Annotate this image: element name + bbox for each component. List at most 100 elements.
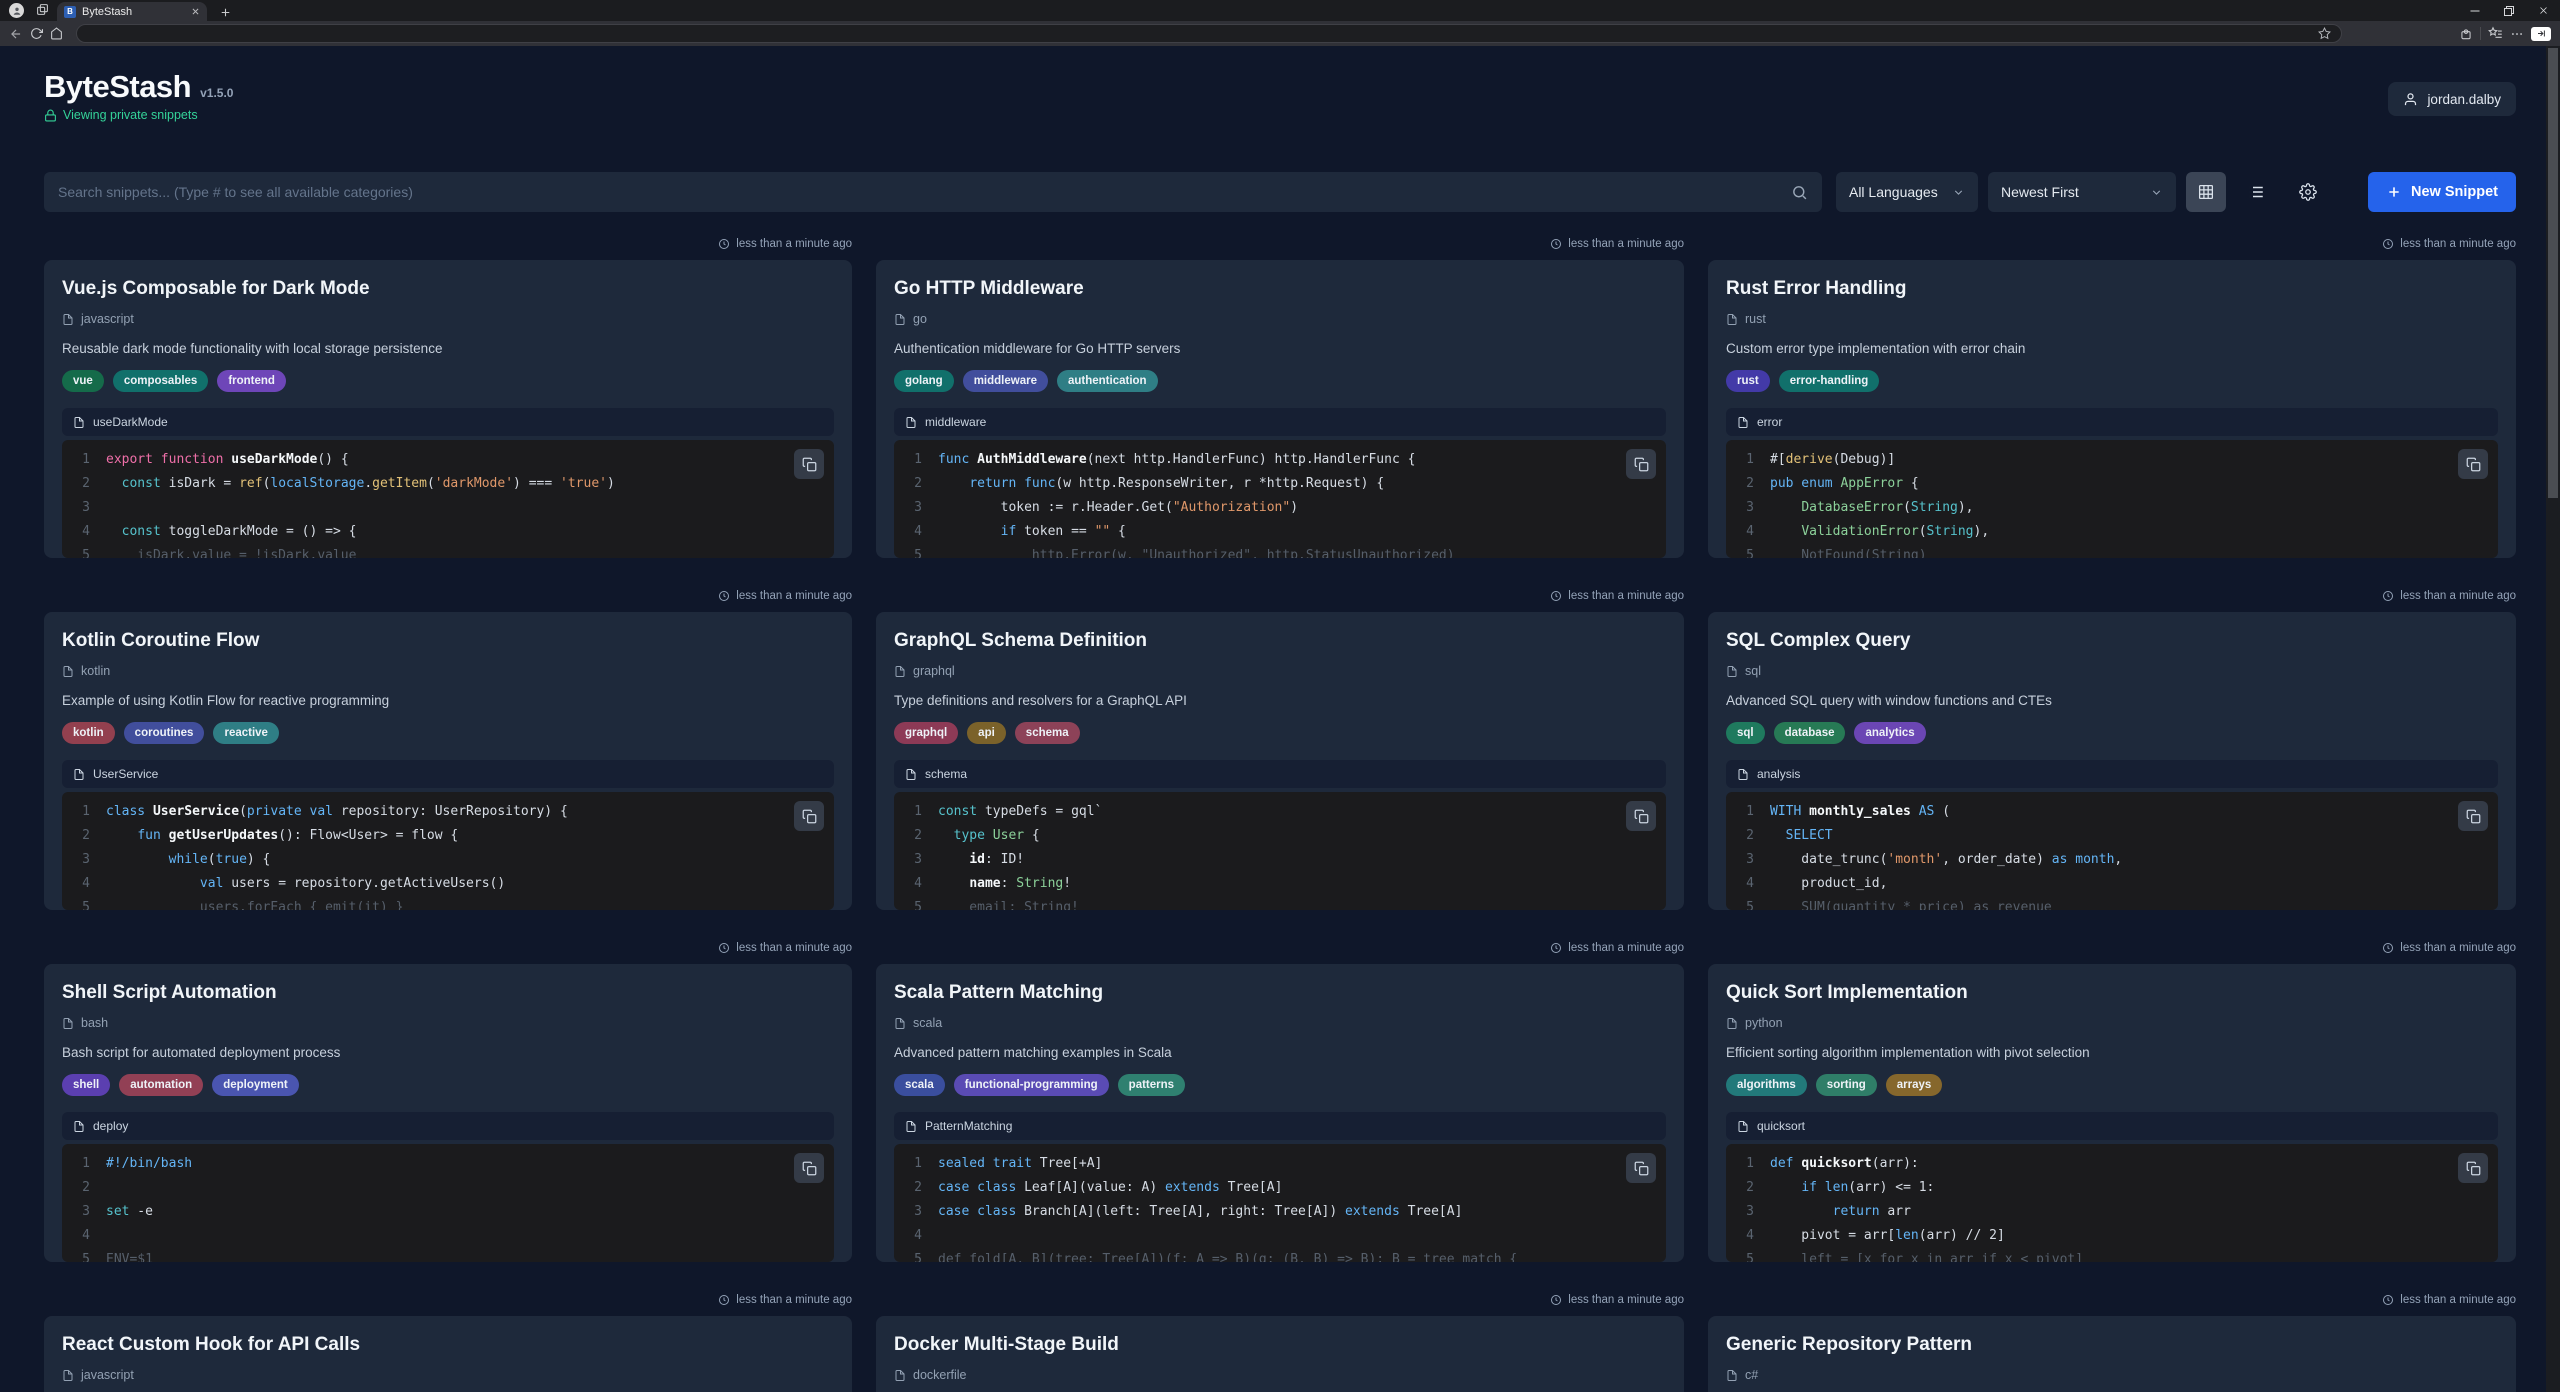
copy-code-button[interactable] (794, 449, 824, 479)
tag-pill[interactable]: reactive (213, 722, 278, 744)
search-input[interactable] (44, 172, 1822, 212)
workspaces-icon[interactable] (36, 3, 49, 21)
home-icon (50, 27, 63, 40)
address-bar[interactable] (76, 24, 2342, 43)
file-icon (894, 1017, 906, 1030)
code-preview[interactable]: 1export function useDarkMode() {2 const … (62, 440, 834, 558)
snippet-card[interactable]: React Custom Hook for API Calls javascri… (44, 1316, 852, 1392)
copy-code-button[interactable] (2458, 801, 2488, 831)
sidebar-toggle-button[interactable] (2531, 27, 2551, 41)
back-button[interactable] (9, 27, 23, 41)
tag-pill[interactable]: algorithms (1726, 1074, 1807, 1096)
copy-code-button[interactable] (1626, 801, 1656, 831)
tag-pill[interactable]: vue (62, 370, 104, 392)
tag-pill[interactable]: scala (894, 1074, 945, 1096)
copy-code-button[interactable] (794, 1153, 824, 1183)
tag-list: golang middleware authentication (894, 370, 1666, 392)
new-tab-button[interactable] (219, 6, 232, 19)
code-preview[interactable]: 1WITH monthly_sales AS (2 SELECT3 date_t… (1726, 792, 2498, 910)
extensions-button[interactable] (2459, 27, 2473, 41)
address-input[interactable] (87, 28, 2318, 40)
code-fragment-header[interactable]: quicksort (1726, 1112, 2498, 1140)
code-preview[interactable]: 1#[derive(Debug)]2pub enum AppError {3 D… (1726, 440, 2498, 558)
tag-pill[interactable]: schema (1015, 722, 1080, 744)
tag-pill[interactable]: sorting (1816, 1074, 1877, 1096)
code-fragment-header[interactable]: error (1726, 408, 2498, 436)
code-fragment-header[interactable]: middleware (894, 408, 1666, 436)
snippet-card[interactable]: Generic Repository Pattern c# (1708, 1316, 2516, 1392)
snippet-card[interactable]: Shell Script Automation bashBash script … (44, 964, 852, 1262)
tag-pill[interactable]: error-handling (1779, 370, 1880, 392)
code-line: 1class UserService(private val repositor… (72, 800, 834, 824)
tag-pill[interactable]: golang (894, 370, 954, 392)
code-fragment-header[interactable]: PatternMatching (894, 1112, 1666, 1140)
tag-pill[interactable]: authentication (1057, 370, 1158, 392)
favorite-star-icon[interactable] (2318, 27, 2331, 40)
snippet-card[interactable]: Rust Error Handling rustCustom error typ… (1708, 260, 2516, 558)
code-preview[interactable]: 1#!/bin/bash23set -e45ENV=$1 (62, 1144, 834, 1262)
sort-order-dropdown[interactable]: Newest First (1988, 172, 2176, 212)
browser-menu-button[interactable] (2510, 27, 2524, 41)
code-fragment-header[interactable]: analysis (1726, 760, 2498, 788)
tag-pill[interactable]: middleware (963, 370, 1048, 392)
tag-pill[interactable]: frontend (217, 370, 286, 392)
snippet-card[interactable]: Scala Pattern Matching scalaAdvanced pat… (876, 964, 1684, 1262)
copy-code-button[interactable] (1626, 449, 1656, 479)
favorites-hub-button[interactable] (2488, 26, 2503, 41)
page-scrollbar[interactable] (2546, 46, 2560, 1392)
tag-pill[interactable]: deployment (212, 1074, 299, 1096)
snippet-card[interactable]: GraphQL Schema Definition graphqlType de… (876, 612, 1684, 910)
list-view-button[interactable] (2236, 172, 2276, 212)
tag-pill[interactable]: api (967, 722, 1006, 744)
copy-code-button[interactable] (2458, 1153, 2488, 1183)
tag-pill[interactable]: shell (62, 1074, 110, 1096)
snippet-card[interactable]: Kotlin Coroutine Flow kotlinExample of u… (44, 612, 852, 910)
snippet-card[interactable]: Go HTTP Middleware goAuthentication midd… (876, 260, 1684, 558)
new-snippet-button[interactable]: New Snippet (2368, 172, 2516, 212)
code-preview[interactable]: 1func AuthMiddleware(next http.HandlerFu… (894, 440, 1666, 558)
user-menu[interactable]: jordan.dalby (2388, 82, 2516, 116)
code-preview[interactable]: 1class UserService(private val repositor… (62, 792, 834, 910)
tab-close-icon[interactable] (191, 7, 200, 16)
restore-button[interactable] (2492, 0, 2526, 21)
fragment-filename: UserService (93, 767, 158, 781)
tag-pill[interactable]: kotlin (62, 722, 115, 744)
close-window-button[interactable] (2526, 0, 2560, 21)
scrollbar-thumb[interactable] (2548, 48, 2558, 498)
snippet-card[interactable]: SQL Complex Query sqlAdvanced SQL query … (1708, 612, 2516, 910)
tag-pill[interactable]: rust (1726, 370, 1770, 392)
tag-pill[interactable]: automation (119, 1074, 203, 1096)
tag-pill[interactable]: functional-programming (954, 1074, 1109, 1096)
tag-pill[interactable]: coroutines (124, 722, 205, 744)
code-fragment-header[interactable]: UserService (62, 760, 834, 788)
search-box[interactable] (44, 172, 1822, 212)
snippet-card[interactable]: Docker Multi-Stage Build dockerfile (876, 1316, 1684, 1392)
snippet-card[interactable]: Quick Sort Implementation pythonEfficien… (1708, 964, 2516, 1262)
grid-view-button[interactable] (2186, 172, 2226, 212)
settings-button[interactable] (2288, 172, 2328, 212)
code-preview[interactable]: 1sealed trait Tree[+A]2case class Leaf[A… (894, 1144, 1666, 1262)
code-fragment-header[interactable]: deploy (62, 1112, 834, 1140)
code-fragment-header[interactable]: useDarkMode (62, 408, 834, 436)
tag-pill[interactable]: arrays (1886, 1074, 1943, 1096)
tag-pill[interactable]: graphql (894, 722, 958, 744)
code-fragment-header[interactable]: schema (894, 760, 1666, 788)
tag-pill[interactable]: composables (113, 370, 209, 392)
copy-code-button[interactable] (1626, 1153, 1656, 1183)
copy-code-button[interactable] (2458, 449, 2488, 479)
minimize-button[interactable] (2458, 0, 2492, 21)
tag-pill[interactable]: database (1774, 722, 1846, 744)
tag-pill[interactable]: analytics (1854, 722, 1925, 744)
refresh-button[interactable] (30, 27, 43, 40)
snippet-card[interactable]: Vue.js Composable for Dark Mode javascri… (44, 260, 852, 558)
browser-profile-avatar[interactable] (9, 3, 24, 18)
copy-code-button[interactable] (794, 801, 824, 831)
tag-pill[interactable]: patterns (1118, 1074, 1185, 1096)
code-preview[interactable]: 1def quicksort(arr):2 if len(arr) <= 1:3… (1726, 1144, 2498, 1262)
bytestash-favicon: B (64, 6, 76, 18)
browser-tab-bytestash[interactable]: B ByteStash (57, 2, 207, 21)
code-preview[interactable]: 1const typeDefs = gql`2 type User {3 id:… (894, 792, 1666, 910)
language-filter-dropdown[interactable]: All Languages (1836, 172, 1978, 212)
home-button[interactable] (50, 27, 63, 40)
tag-pill[interactable]: sql (1726, 722, 1765, 744)
